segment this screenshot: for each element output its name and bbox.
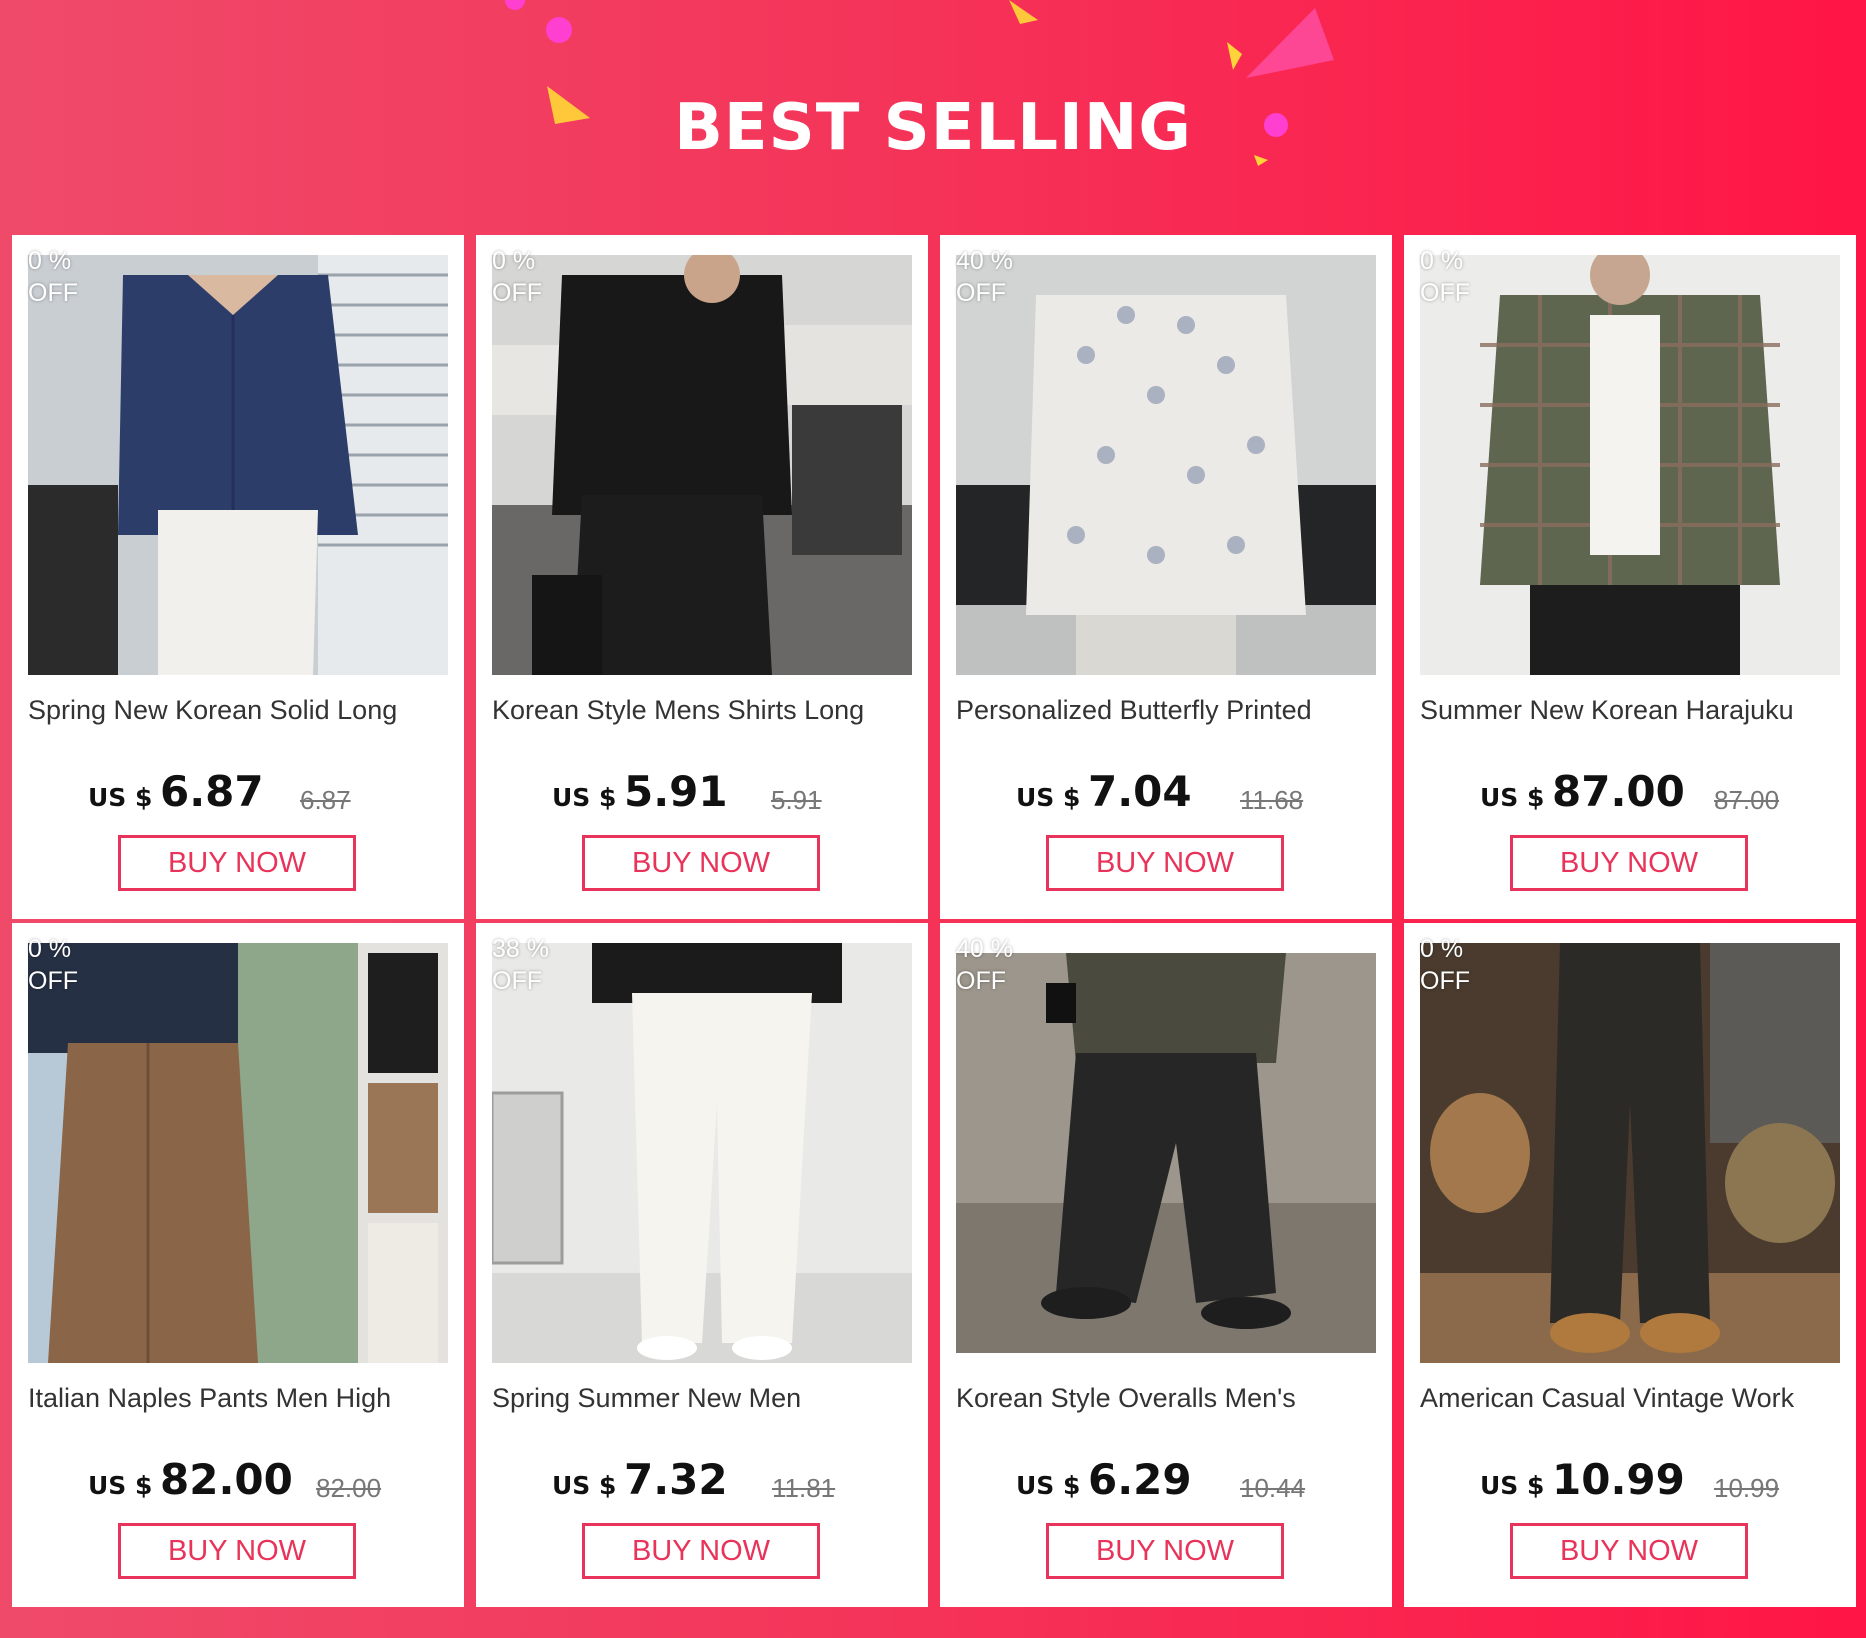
original-price: 87.00 xyxy=(1714,785,1780,815)
buy-now-button[interactable]: BUY NOW xyxy=(118,1523,356,1579)
currency-label: US $ xyxy=(1016,783,1081,812)
product-image[interactable] xyxy=(1420,943,1840,1363)
buy-now-button[interactable]: BUY NOW xyxy=(1046,1523,1284,1579)
product-card[interactable]: 0 % OFF Korean Style Mens Shirts Long US… xyxy=(476,235,928,919)
discount-badge: 40 % OFF xyxy=(956,247,1013,307)
product-card[interactable]: 40 % OFF Korean Style Overalls Men's US … xyxy=(940,923,1392,1607)
product-title[interactable]: Korean Style Overalls Men's xyxy=(956,1383,1386,1414)
price-row: US $ 7.32 11.81 xyxy=(476,1455,928,1515)
price-row: US $ 10.99 10.99 xyxy=(1404,1455,1856,1515)
product-title[interactable]: Personalized Butterfly Printed xyxy=(956,695,1386,726)
price-row: US $ 6.87 6.87 xyxy=(12,767,464,827)
product-image[interactable] xyxy=(956,255,1376,675)
sale-price: 87.00 xyxy=(1552,767,1685,816)
product-title[interactable]: Summer New Korean Harajuku xyxy=(1420,695,1850,726)
currency-label: US $ xyxy=(1480,783,1545,812)
buy-now-button[interactable]: BUY NOW xyxy=(118,835,356,891)
original-price: 82.00 xyxy=(316,1473,382,1503)
product-image[interactable] xyxy=(28,255,448,675)
original-price: 11.68 xyxy=(1240,785,1304,815)
buy-now-button[interactable]: BUY NOW xyxy=(582,1523,820,1579)
product-card[interactable]: 0 % OFF Spring New Korean Solid Long US … xyxy=(12,235,464,919)
currency-label: US $ xyxy=(552,783,617,812)
product-title[interactable]: Italian Naples Pants Men High xyxy=(28,1383,458,1414)
currency-label: US $ xyxy=(552,1471,617,1500)
product-grid: 0 % OFF Spring New Korean Solid Long US … xyxy=(12,235,1856,1607)
original-price: 10.44 xyxy=(1240,1473,1306,1503)
product-card[interactable]: 0 % OFF American Casual Vintage Work US … xyxy=(1404,923,1856,1607)
discount-badge: 40 % OFF xyxy=(956,935,1013,995)
sale-price: 10.99 xyxy=(1552,1455,1685,1504)
product-card[interactable]: 0 % OFF Summer New Korean Harajuku US $ … xyxy=(1404,235,1856,919)
product-title[interactable]: Spring New Korean Solid Long xyxy=(28,695,458,726)
discount-badge: 38 % OFF xyxy=(492,935,549,995)
product-image[interactable] xyxy=(1420,255,1840,675)
price-row: US $ 82.00 82.00 xyxy=(12,1455,464,1515)
original-price: 11.81 xyxy=(772,1473,836,1503)
product-title[interactable]: American Casual Vintage Work xyxy=(1420,1383,1850,1414)
product-image[interactable] xyxy=(28,943,448,1363)
discount-badge: 0 % OFF xyxy=(28,935,78,995)
best-selling-banner: BEST SELLING xyxy=(0,0,1866,232)
sale-price: 82.00 xyxy=(160,1455,293,1504)
currency-label: US $ xyxy=(1480,1471,1545,1500)
product-card[interactable]: 40 % OFF Personalized Butterfly Printed … xyxy=(940,235,1392,919)
buy-now-button[interactable]: BUY NOW xyxy=(1510,835,1748,891)
sale-price: 7.32 xyxy=(624,1455,728,1504)
discount-badge: 0 % OFF xyxy=(28,247,78,307)
sale-price: 6.29 xyxy=(1088,1455,1192,1504)
original-price: 10.99 xyxy=(1714,1473,1780,1503)
sale-price: 7.04 xyxy=(1088,767,1192,816)
product-title[interactable]: Spring Summer New Men xyxy=(492,1383,922,1414)
price-row: US $ 7.04 11.68 xyxy=(940,767,1392,827)
product-card[interactable]: 0 % OFF Italian Naples Pants Men High US… xyxy=(12,923,464,1607)
discount-badge: 0 % OFF xyxy=(492,247,542,307)
original-price: 6.87 xyxy=(300,785,351,815)
product-title[interactable]: Korean Style Mens Shirts Long xyxy=(492,695,922,726)
buy-now-button[interactable]: BUY NOW xyxy=(1510,1523,1748,1579)
sale-price: 5.91 xyxy=(624,767,728,816)
buy-now-button[interactable]: BUY NOW xyxy=(582,835,820,891)
price-row: US $ 6.29 10.44 xyxy=(940,1455,1392,1515)
buy-now-button[interactable]: BUY NOW xyxy=(1046,835,1284,891)
currency-label: US $ xyxy=(88,1471,153,1500)
currency-label: US $ xyxy=(1016,1471,1081,1500)
product-image[interactable] xyxy=(492,255,912,675)
discount-badge: 0 % OFF xyxy=(1420,935,1470,995)
product-card[interactable]: 38 % OFF Spring Summer New Men US $ 7.32… xyxy=(476,923,928,1607)
product-image[interactable] xyxy=(956,943,1376,1363)
currency-label: US $ xyxy=(88,783,153,812)
banner-title: BEST SELLING xyxy=(674,91,1192,165)
price-row: US $ 5.91 5.91 xyxy=(476,767,928,827)
discount-badge: 0 % OFF xyxy=(1420,247,1470,307)
original-price: 5.91 xyxy=(771,785,822,815)
price-row: US $ 87.00 87.00 xyxy=(1404,767,1856,827)
sale-price: 6.87 xyxy=(160,767,264,816)
product-image[interactable] xyxy=(492,943,912,1363)
